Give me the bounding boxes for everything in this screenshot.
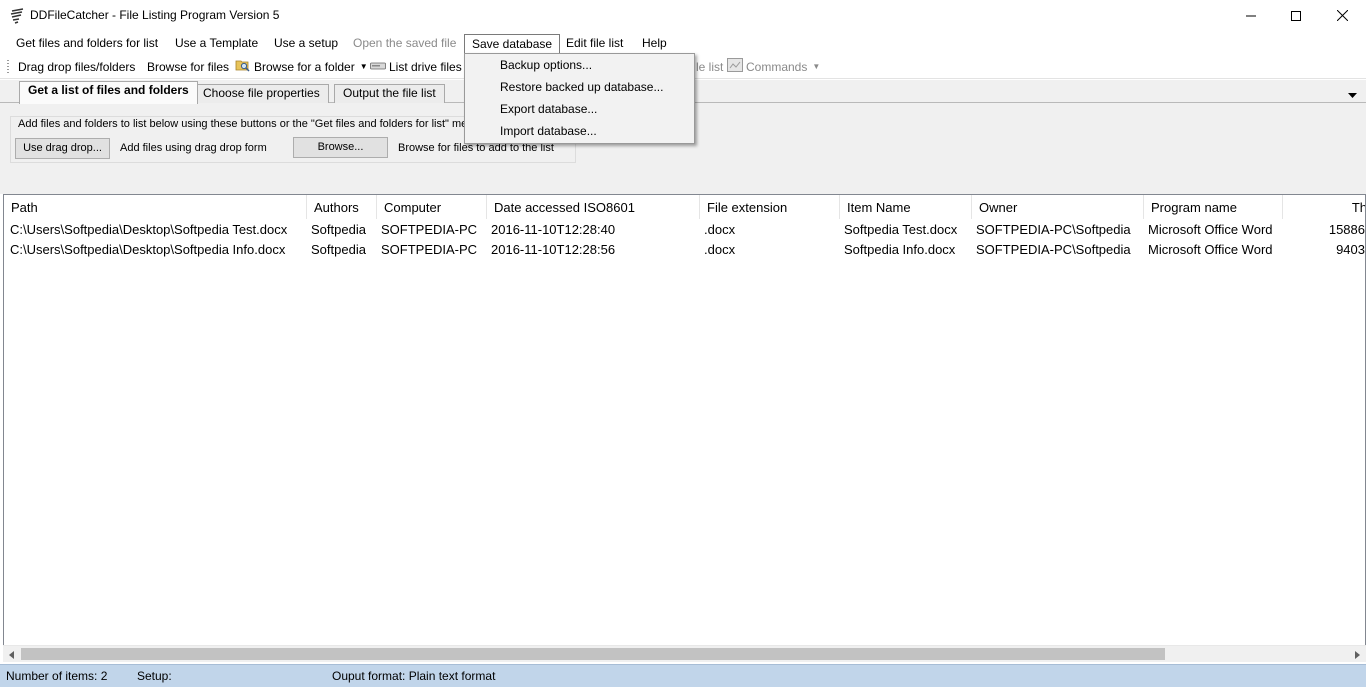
drag-drop-description: Add files using drag drop form <box>120 142 267 154</box>
list-drive-files-label: List drive files <box>389 60 462 74</box>
maximize-button[interactable] <box>1273 0 1319 31</box>
chevron-down-icon <box>1348 93 1357 98</box>
menu-item-export-database[interactable]: Export database... <box>500 98 597 120</box>
cell-file-extension: .docx <box>704 222 736 237</box>
status-output-format: Ouput format: Plain text format <box>332 669 496 683</box>
drag-drop-label: Drag drop files/folders <box>18 60 136 74</box>
cell-program-name: Microsoft Office Word <box>1148 222 1273 237</box>
close-icon <box>1336 10 1348 21</box>
cell-computer: SOFTPEDIA-PC <box>381 222 478 237</box>
tab-choose-properties[interactable]: Choose file properties <box>194 84 329 103</box>
cell-authors: Softpedia <box>311 242 366 257</box>
tab-get-list[interactable]: Get a list of files and folders <box>19 81 198 104</box>
cell-file-extension: .docx <box>704 242 736 257</box>
minimize-button[interactable] <box>1228 0 1274 31</box>
column-header-item-name[interactable]: Item Name <box>840 195 972 219</box>
cell-date-accessed: 2016-11-10T12:28:56 <box>491 242 616 257</box>
close-button[interactable] <box>1319 0 1365 31</box>
file-list-button[interactable]: le list <box>696 59 723 75</box>
cell-item-name: Softpedia Test.docx <box>844 222 958 237</box>
status-setup: Setup: <box>137 669 172 683</box>
file-list-label: le list <box>696 60 724 74</box>
commands-icon <box>727 58 743 76</box>
list-drive-files-button[interactable]: List drive files <box>370 59 462 75</box>
chevron-right-icon <box>1355 650 1360 659</box>
status-item-count: Number of items: 2 <box>6 669 108 683</box>
column-header-date-accessed[interactable]: Date accessed ISO8601 <box>487 195 700 219</box>
menu-get-files[interactable]: Get files and folders for list <box>9 34 165 54</box>
tab-output-list[interactable]: Output the file list <box>334 84 445 103</box>
cell-th: 15886 <box>1328 222 1365 237</box>
menu-use-setup[interactable]: Use a setup <box>267 34 345 54</box>
toolbar-grip[interactable] <box>7 60 9 74</box>
cell-date-accessed: 2016-11-10T12:28:40 <box>491 222 616 237</box>
chevron-down-icon: ▼ <box>812 62 821 71</box>
minimize-icon <box>1246 15 1256 16</box>
panel-hint: Add files and folders to list below usin… <box>18 118 480 130</box>
browse-button[interactable]: Browse... <box>293 137 388 158</box>
cell-owner: SOFTPEDIA-PC\Softpedia <box>976 242 1131 257</box>
menu-item-restore-database[interactable]: Restore backed up database... <box>500 76 663 98</box>
column-header-computer[interactable]: Computer <box>377 195 487 219</box>
menu-use-template[interactable]: Use a Template <box>168 34 265 54</box>
scroll-left-button[interactable] <box>3 646 20 663</box>
chevron-down-icon: ▼ <box>359 62 368 71</box>
column-header-program-name[interactable]: Program name <box>1144 195 1283 219</box>
column-header-file-extension[interactable]: File extension <box>700 195 840 219</box>
folder-search-icon <box>235 58 251 76</box>
browse-folder-label: Browse for a folder <box>254 60 355 74</box>
cell-computer: SOFTPEDIA-PC <box>381 242 478 257</box>
window-title: DDFileCatcher - File Listing Program Ver… <box>30 8 280 22</box>
menu-save-database[interactable]: Save database <box>464 34 561 54</box>
browse-folder-button[interactable]: Browse for a folder ▼ <box>235 59 368 75</box>
tab-overflow-button[interactable] <box>1348 87 1357 101</box>
browse-files-button[interactable]: Browse for files <box>147 59 229 75</box>
column-header-owner[interactable]: Owner <box>972 195 1144 219</box>
drive-icon <box>370 59 386 75</box>
cell-authors: Softpedia <box>311 222 366 237</box>
column-header-path[interactable]: Path <box>4 195 307 219</box>
scroll-right-button[interactable] <box>1349 646 1366 663</box>
cell-owner: SOFTPEDIA-PC\Softpedia <box>976 222 1131 237</box>
browse-files-label: Browse for files <box>147 60 230 74</box>
use-drag-drop-button[interactable]: Use drag drop... <box>15 138 110 159</box>
chevron-left-icon <box>9 650 14 659</box>
maximize-icon <box>1291 10 1301 21</box>
commands-button[interactable]: Commands ▼ <box>727 58 821 76</box>
menu-edit-file-list[interactable]: Edit file list <box>559 34 630 54</box>
menu-help[interactable]: Help <box>635 34 674 54</box>
save-database-menu: Backup options... Restore backed up data… <box>464 53 695 144</box>
menu-bar: Get files and folders for list Use a Tem… <box>0 31 1366 55</box>
menu-item-backup-options[interactable]: Backup options... <box>500 54 592 76</box>
column-header-authors[interactable]: Authors <box>307 195 377 219</box>
cell-program-name: Microsoft Office Word <box>1148 242 1273 257</box>
cell-path: C:\Users\Softpedia\Desktop\Softpedia Inf… <box>10 242 286 257</box>
commands-label: Commands <box>746 60 808 74</box>
status-bar: Number of items: 2 Setup: Ouput format: … <box>0 664 1366 687</box>
cell-item-name: Softpedia Info.docx <box>844 242 956 257</box>
title-bar: DDFileCatcher - File Listing Program Ver… <box>0 0 1366 31</box>
lines-app-icon <box>9 8 25 24</box>
scrollbar-thumb[interactable] <box>21 648 1165 660</box>
menu-item-import-database[interactable]: Import database... <box>500 120 597 142</box>
menu-open-saved-file[interactable]: Open the saved file <box>346 34 463 54</box>
cell-th: 9403 <box>1336 242 1365 257</box>
file-list-view[interactable]: Path Authors Computer Date accessed ISO8… <box>3 194 1366 662</box>
cell-path: C:\Users\Softpedia\Desktop\Softpedia Tes… <box>10 222 288 237</box>
drag-drop-button[interactable]: Drag drop files/folders <box>18 59 135 75</box>
column-header-th[interactable]: Th <box>1283 195 1365 219</box>
horizontal-scrollbar[interactable] <box>3 645 1366 662</box>
